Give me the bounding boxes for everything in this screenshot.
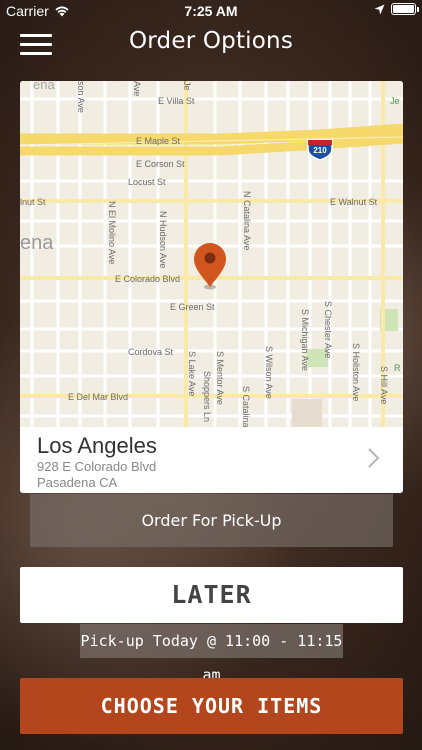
- map-label: E Villa St: [158, 96, 195, 106]
- map-label: E Corson St: [136, 159, 185, 169]
- map-label: S Hill Ave: [379, 366, 389, 404]
- map-label: E Maple St: [136, 136, 181, 146]
- building-area: [292, 399, 322, 427]
- map-label: lnut St: [20, 197, 46, 207]
- map-label: E Walnut St: [330, 197, 378, 207]
- map-label: E Colorado Blvd: [115, 274, 180, 284]
- map-label: N Hudson Ave: [158, 211, 168, 268]
- map-label: R: [394, 363, 401, 373]
- map-label: Ave: [132, 81, 142, 96]
- map-label: Locust St: [128, 177, 166, 187]
- map-label: ena: [33, 81, 55, 92]
- map-label: son Ave: [76, 81, 86, 113]
- store-address-line2: Pasadena CA: [37, 475, 118, 490]
- map-label: S Lake Ave: [187, 351, 197, 396]
- status-right: [374, 3, 419, 15]
- pickup-time-selector[interactable]: Pick-up Today @ 11:00 - 11:15 am: [80, 624, 343, 684]
- choose-items-button[interactable]: CHOOSE YOUR ITEMS: [20, 678, 403, 734]
- later-button[interactable]: LATER: [20, 567, 403, 623]
- map-label: S Mentor Ave: [215, 351, 225, 405]
- battery-level: [393, 5, 414, 13]
- map-label: ena: [20, 232, 54, 254]
- map-label: Shoppers Ln: [202, 371, 212, 422]
- battery-icon: [391, 3, 419, 15]
- map-label: N Catalina Ave: [242, 191, 252, 250]
- store-city: Los Angeles: [37, 433, 157, 458]
- map-canvas: E Villa St E Maple St E Corson St Locust…: [20, 81, 403, 427]
- store-location-row[interactable]: Los Angeles 928 E Colorado Blvd Pasadena…: [20, 427, 403, 493]
- map-label: S Catalina: [241, 386, 251, 427]
- location-arrow-icon: [374, 4, 385, 14]
- map-label: N El Molino Ave: [107, 201, 117, 264]
- status-time: 7:25 AM: [184, 3, 238, 19]
- map-view[interactable]: E Villa St E Maple St E Corson St Locust…: [20, 81, 403, 427]
- page-title: Order Options: [128, 28, 293, 54]
- navigation-bar: Order Options: [0, 22, 422, 66]
- map-label: E Del Mar Blvd: [68, 392, 128, 402]
- map-label: Je: [390, 96, 400, 106]
- map-label: S Wilson Ave: [264, 346, 274, 399]
- status-bar: Carrier 7:25 AM: [0, 0, 422, 22]
- location-card: E Villa St E Maple St E Corson St Locust…: [20, 81, 403, 493]
- map-label: S Chester Ave: [323, 301, 333, 358]
- map-label: Je: [182, 81, 192, 91]
- map-label: E Green St: [170, 302, 215, 312]
- map-label: S Hollston Ave: [351, 343, 361, 401]
- chevron-right-icon: [368, 448, 380, 468]
- highway-shield-number: 210: [313, 146, 327, 155]
- order-type-button[interactable]: Order For Pick-Up: [30, 494, 393, 547]
- map-label: S Michigan Ave: [300, 309, 310, 371]
- store-address-line1: 928 E Colorado Blvd: [37, 459, 157, 474]
- map-label: Cordova St: [128, 347, 174, 357]
